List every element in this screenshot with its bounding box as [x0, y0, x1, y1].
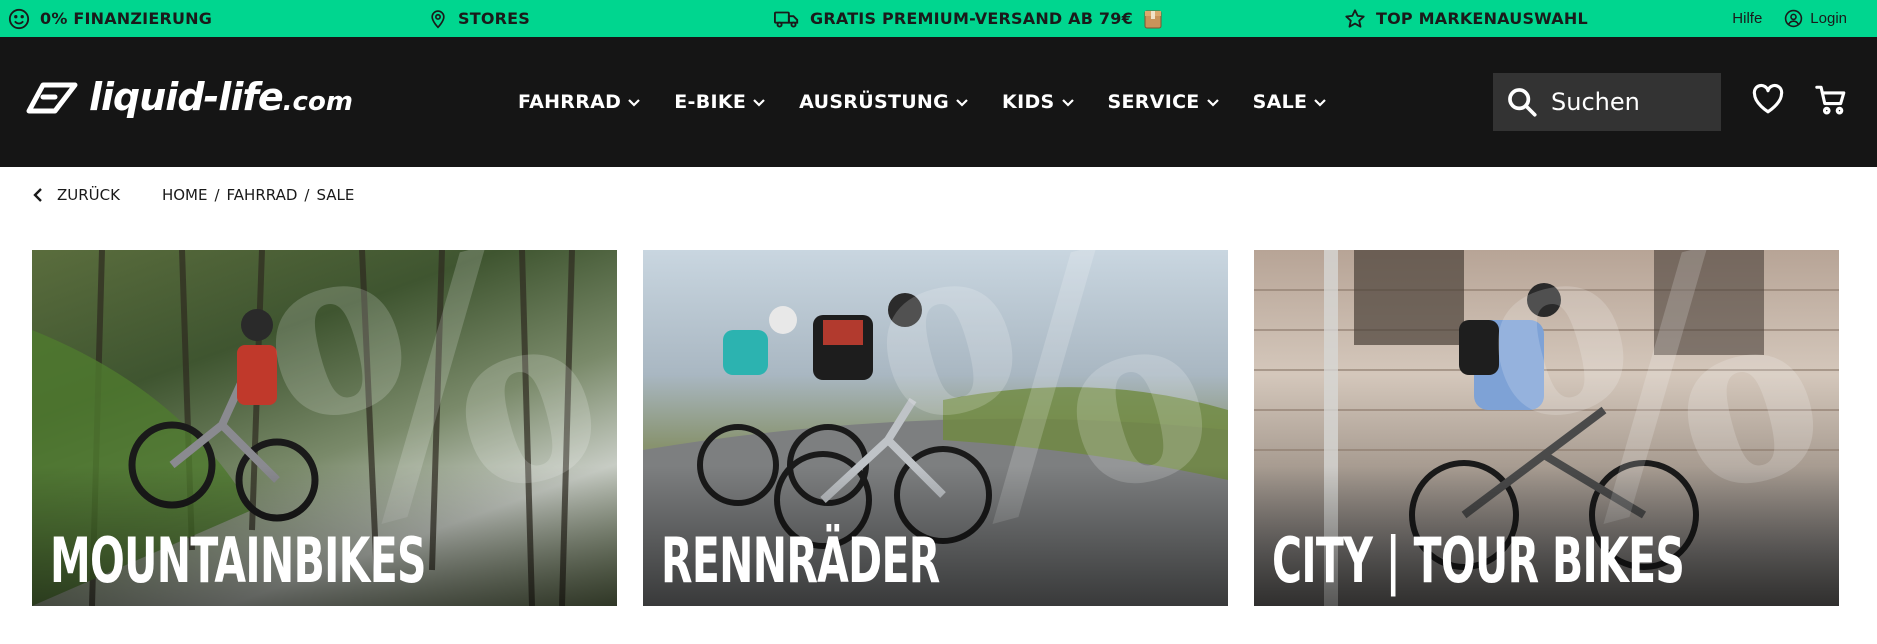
nav-label: AUSRÜSTUNG — [799, 91, 950, 113]
nav-item-fahrrad[interactable]: FAHRRAD — [518, 91, 641, 113]
promo-stores-text: STORES — [458, 9, 531, 28]
nav-label: SALE — [1252, 91, 1308, 113]
nav-item-sale[interactable]: SALE — [1253, 91, 1328, 113]
login-link[interactable]: Login — [1784, 9, 1847, 28]
logo-main-text: liquid-life — [89, 75, 284, 119]
breadcrumb-item-fahrrad[interactable]: FAHRRAD — [227, 186, 298, 204]
search-input[interactable] — [1551, 88, 1711, 116]
truck-icon — [774, 11, 799, 28]
promo-financing-text: 0% FINANZIERUNG — [40, 9, 213, 28]
site-logo[interactable]: liquid-life.com — [25, 77, 353, 117]
chevron-left-icon — [33, 188, 42, 202]
promo-shipping[interactable]: GRATIS PREMIUM-VERSAND AB 79€ — [774, 0, 1163, 37]
cart-button[interactable] — [1814, 83, 1848, 121]
chevron-down-icon — [628, 99, 641, 107]
nav-label: KIDS — [1002, 91, 1055, 113]
star-icon — [1345, 8, 1365, 28]
tile-label: CITY | TOUR BIKES — [1272, 524, 1685, 597]
promo-brands[interactable]: TOP MARKENAUSWAHL — [1344, 0, 1588, 37]
breadcrumb: ZURÜCK HOME / FAHRRAD / SALE — [33, 183, 354, 207]
nav-label: FAHRRAD — [518, 91, 622, 113]
chevron-down-icon — [1061, 99, 1074, 107]
tile-label: RENNRÄDER — [661, 524, 940, 597]
nav-label: SERVICE — [1107, 91, 1200, 113]
back-link[interactable]: ZURÜCK — [33, 186, 120, 204]
nav-item-e-bike[interactable]: E-BIKE — [674, 91, 766, 113]
user-circle-icon — [1785, 9, 1803, 28]
search-icon[interactable] — [1505, 85, 1539, 119]
chevron-down-icon — [956, 99, 968, 107]
smiley-icon — [8, 8, 30, 29]
package-icon — [1144, 10, 1162, 28]
nav-item-service[interactable]: SERVICE — [1108, 91, 1220, 113]
chevron-down-icon — [1314, 99, 1327, 107]
wishlist-button[interactable] — [1751, 83, 1785, 119]
chevron-down-icon — [753, 99, 765, 107]
login-label: Login — [1810, 10, 1847, 27]
map-pin-icon — [431, 9, 445, 29]
back-label: ZURÜCK — [57, 186, 120, 204]
logo-domain-text: .com — [282, 87, 353, 117]
help-link[interactable]: Hilfe — [1732, 10, 1762, 27]
category-tile-mountainbikes[interactable]: % MOUNTAINBIKES — [32, 250, 617, 606]
promo-shipping-text: GRATIS PREMIUM-VERSAND AB 79€ — [810, 9, 1133, 28]
cart-icon — [1815, 85, 1846, 115]
breadcrumb-separator: / — [214, 186, 220, 204]
promo-bar: 0% FINANZIERUNG STORES GRATIS PREMIUM-VE… — [0, 0, 1877, 37]
breadcrumb-item-home[interactable]: HOME — [162, 186, 208, 204]
heart-icon — [1752, 83, 1784, 114]
category-tile-city-tour-bikes[interactable]: % CITY | TOUR BIKES — [1254, 250, 1839, 606]
nav-item-kids[interactable]: KIDS — [1002, 91, 1074, 113]
promo-stores[interactable]: STORES — [428, 0, 530, 37]
chevron-down-icon — [1206, 99, 1219, 107]
breadcrumb-item-sale[interactable]: SALE — [316, 186, 354, 204]
main-header: liquid-life.com FAHRRAD E-BIKE AUSRÜSTUN… — [0, 37, 1877, 167]
logo-mark-icon — [26, 82, 78, 114]
promo-brands-text: TOP MARKENAUSWAHL — [1376, 9, 1588, 28]
category-tile-rennraeder[interactable]: % RENNRÄDER — [643, 250, 1228, 606]
nav-label: E-BIKE — [674, 91, 747, 113]
main-nav: FAHRRAD E-BIKE AUSRÜSTUNG KIDS SERVICE S… — [518, 37, 1360, 167]
search-box[interactable] — [1493, 73, 1721, 131]
nav-item-ausruestung[interactable]: AUSRÜSTUNG — [799, 91, 969, 113]
promo-financing[interactable]: 0% FINANZIERUNG — [8, 0, 212, 37]
tile-label: MOUNTAINBIKES — [50, 524, 426, 597]
breadcrumb-separator: / — [304, 186, 310, 204]
